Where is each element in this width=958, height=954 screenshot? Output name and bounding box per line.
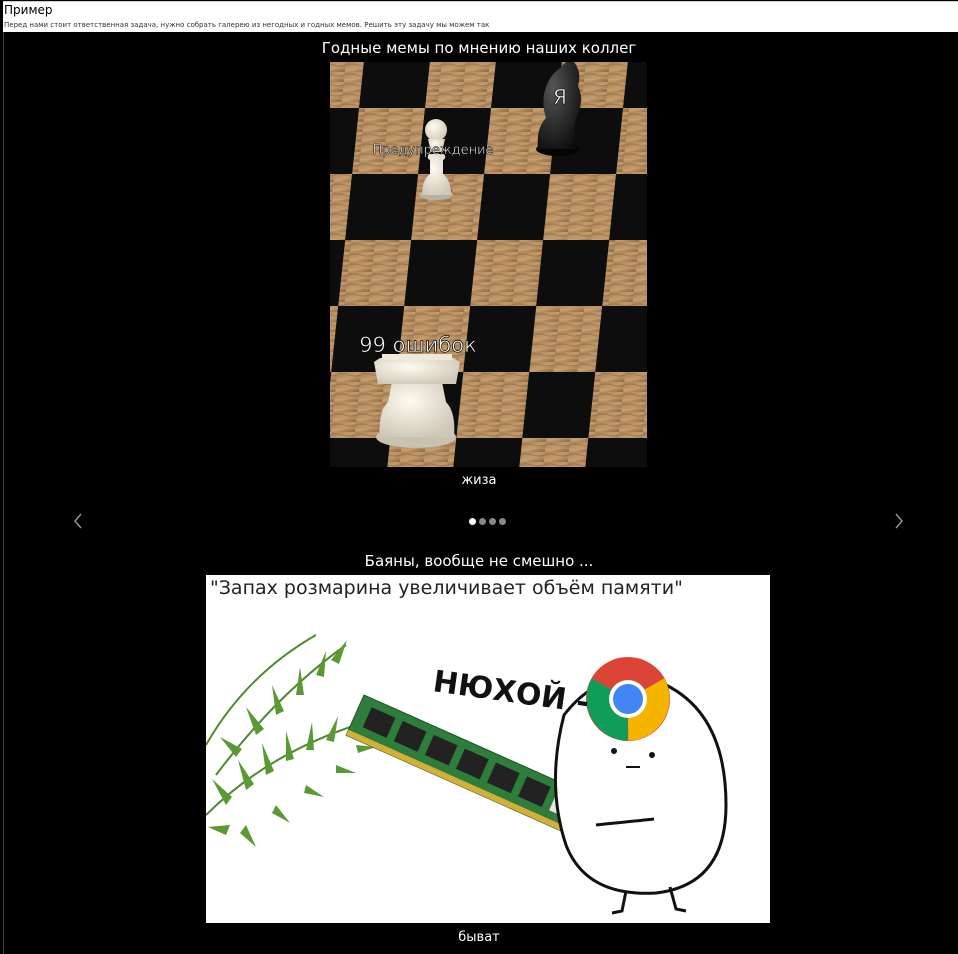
chess-square — [338, 240, 412, 306]
chess-square — [529, 306, 603, 372]
carousel-next-button[interactable] — [891, 510, 907, 532]
carousel-dot-4[interactable] — [499, 518, 506, 525]
chess-meme-image: Я Предупреждение 99 ошибок — [330, 62, 647, 467]
carousel-prev-button[interactable] — [70, 510, 86, 532]
chess-square — [536, 240, 610, 306]
chess-square — [515, 438, 589, 467]
chevron-right-icon — [895, 513, 903, 529]
chevron-left-icon — [74, 513, 82, 529]
bad-meme-caption: быват — [458, 930, 500, 945]
chess-square — [425, 62, 498, 108]
rosemary-meme-image: "Запах розмарина увеличивает объём памят… — [206, 575, 770, 923]
chess-square — [602, 240, 647, 306]
chess-square — [477, 174, 551, 240]
chess-square — [543, 174, 617, 240]
page: Пример Перед нами стоит ответственная за… — [0, 0, 958, 954]
meme-label-errors: 99 ошибок — [359, 333, 477, 357]
chess-square — [522, 372, 596, 438]
chess-square — [352, 108, 426, 174]
chess-square — [581, 438, 647, 467]
meme-label-warning: Предупреждение — [372, 143, 493, 158]
chess-square — [359, 62, 432, 108]
good-memes-title: Годные мемы по мнению наших коллег — [321, 39, 637, 57]
chess-square — [449, 438, 523, 467]
good-meme-caption: жиза — [461, 473, 497, 488]
chess-square — [595, 306, 647, 372]
chess-square — [404, 240, 478, 306]
chess-square — [588, 372, 647, 438]
header-title: Пример — [4, 3, 53, 17]
header-description: Перед нами стоит ответственная задача, н… — [4, 21, 490, 29]
chess-meme-svg: Я Предупреждение 99 ошибок — [330, 62, 647, 467]
carousel-dot-2[interactable] — [479, 518, 486, 525]
chess-square — [456, 372, 530, 438]
rosemary-meme-svg: "Запах розмарина увеличивает объём памят… — [206, 575, 770, 923]
carousel-indicators — [469, 518, 506, 526]
carousel-dot-3[interactable] — [489, 518, 496, 525]
bad-memes-title: Баяны, вообще не смешно ... — [364, 552, 594, 570]
header: Пример Перед нами стоит ответственная за… — [3, 1, 958, 32]
carousel-dot-1[interactable] — [469, 518, 476, 525]
meme-quote: "Запах розмарина увеличивает объём памят… — [210, 577, 683, 599]
chess-square — [345, 174, 419, 240]
meme-label-me: Я — [553, 85, 567, 109]
chess-square — [470, 240, 544, 306]
left-border — [3, 32, 4, 954]
